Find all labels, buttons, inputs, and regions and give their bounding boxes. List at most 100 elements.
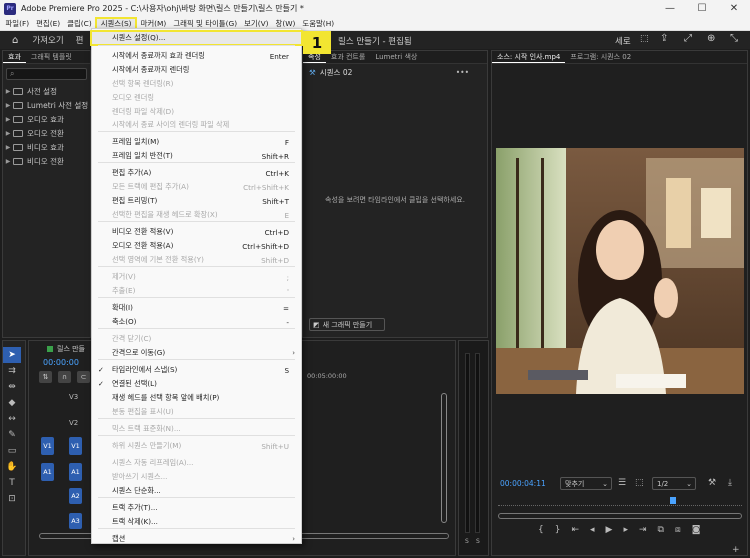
hand-tool-icon[interactable]: ✋ xyxy=(3,459,21,475)
camera-icon[interactable]: ◙ xyxy=(692,525,701,535)
linked-selection-icon[interactable]: ⊂ xyxy=(77,371,90,383)
sequence-menu-item[interactable]: 받아쓰기 시퀀스... xyxy=(92,471,301,483)
tab-graphic-templates[interactable]: 그래픽 템플릿 xyxy=(26,52,77,62)
edit-tab[interactable]: 편 xyxy=(76,34,84,46)
sequence-menu-item[interactable]: 오디오 렌더링 xyxy=(92,92,301,104)
zoom-scrollbar[interactable] xyxy=(498,513,742,519)
safe-margins-icon[interactable]: ⬚ xyxy=(635,478,644,488)
nest-toggle-icon[interactable]: ⇅ xyxy=(39,371,52,383)
tree-item-audio-effects[interactable]: ▶ 오디오 효과 xyxy=(3,112,90,126)
tab-effects[interactable]: 효과 xyxy=(3,52,26,63)
sequence-menu-item[interactable]: 트랙 삭제(K)... xyxy=(92,516,301,528)
effects-search-input[interactable]: ⌕ xyxy=(6,68,87,80)
fullscreen-icon[interactable]: ⤢ xyxy=(684,33,692,44)
share-icon[interactable]: ⇪ xyxy=(660,33,668,44)
step-back-icon[interactable]: ◂ xyxy=(590,525,595,535)
sequence-menu-item[interactable]: 트랙 추가(T)... xyxy=(92,502,301,514)
menu-help[interactable]: 도움말(H) xyxy=(299,17,338,31)
expand-icon[interactable]: ⤡ xyxy=(730,33,738,44)
playhead[interactable] xyxy=(670,497,676,504)
maximize-button[interactable]: ☐ xyxy=(686,0,718,17)
sequence-menu-item[interactable]: 선택한 편집을 재생 헤드로 확장(X) E xyxy=(92,209,301,221)
resolution-select[interactable]: 1/2 ⌄ xyxy=(652,477,696,490)
ripple-tool-icon[interactable]: ⇹ xyxy=(3,379,21,395)
new-graphic-button[interactable]: ◩ 새 그래픽 만들기 xyxy=(309,318,385,331)
insert-icon[interactable]: ⧉ xyxy=(658,525,664,535)
sequence-menu-item[interactable]: 믹스 트랙 표준화(N)... xyxy=(92,423,301,435)
tree-item-audio-transitions[interactable]: ▶ 오디오 전환 xyxy=(3,126,90,140)
tab-source[interactable]: 소스: 시작 인사.mp4 xyxy=(492,52,566,63)
menu-edit[interactable]: 편집(E) xyxy=(33,17,64,31)
track-v1-button[interactable]: V1 xyxy=(69,437,82,455)
more-icon[interactable]: ••• xyxy=(456,68,469,77)
sequence-menu-item[interactable]: 하위 시퀀스 만들기(M) Shift+U xyxy=(92,440,301,452)
zoom-icon[interactable]: ⊕ xyxy=(707,33,715,44)
minimize-button[interactable]: — xyxy=(654,0,686,17)
track-a3-button[interactable]: A3 xyxy=(69,513,82,529)
track-a2-button[interactable]: A2 xyxy=(69,488,82,504)
sequence-menu-item[interactable]: 모든 트랙에 편집 추가(A) Ctrl+Shift+K xyxy=(92,181,301,193)
wrench-icon[interactable]: ⚒ xyxy=(708,478,716,488)
import-tab[interactable]: 가져오기 xyxy=(32,34,63,46)
sequence-menu-item[interactable]: 시퀀스 자동 리프레임(A)... xyxy=(92,457,301,469)
menu-file[interactable]: 파일(F) xyxy=(2,17,33,31)
sequence-menu-item[interactable]: 시작에서 종료 사이의 렌더링 파일 삭제 xyxy=(92,119,301,131)
tab-lumetri-color[interactable]: Lumetri 색상 xyxy=(370,52,422,62)
go-to-in-icon[interactable]: ⇤ xyxy=(571,525,579,535)
sequence-menu-item[interactable]: 편집 트리밍(T) Shift+T xyxy=(92,195,301,207)
sequence-menu-item[interactable]: 간격 닫기(C) xyxy=(92,333,301,345)
settings-panel-icon[interactable]: ☰ xyxy=(618,478,626,488)
play-icon[interactable]: ▶ xyxy=(606,525,613,535)
sequence-menu-item[interactable]: 오디오 전환 적용(A) Ctrl+Shift+D xyxy=(92,240,301,252)
track-a1-button[interactable]: A1 xyxy=(69,463,82,481)
program-time-ruler[interactable] xyxy=(498,498,742,506)
go-to-out-icon[interactable]: ⇥ xyxy=(639,525,647,535)
sequence-menu-item[interactable]: 축소(O) - xyxy=(92,316,301,328)
tree-item-video-transitions[interactable]: ▶ 비디오 전환 xyxy=(3,154,90,168)
sequence-menu-item[interactable]: 시작에서 종료까지 효과 렌더링 Enter xyxy=(92,50,301,62)
selection-tool-icon[interactable]: ➤ xyxy=(3,347,21,363)
tree-item-lumetri[interactable]: ▶ Lumetri 사전 설정 xyxy=(3,98,90,112)
layout-icon[interactable]: ⬚ xyxy=(640,34,649,44)
source-v1-button[interactable]: V1 xyxy=(41,437,54,455)
mark-in-icon[interactable]: { xyxy=(538,525,544,535)
sequence-menu-item[interactable]: 캡션 › xyxy=(92,533,301,545)
sequence-menu-item[interactable]: 렌더링 파일 삭제(D) xyxy=(92,106,301,118)
caption-tool-icon[interactable]: ⊡ xyxy=(3,491,21,507)
overwrite-icon[interactable]: ⧈ xyxy=(675,525,681,535)
timeline-vertical-scrollbar[interactable] xyxy=(441,393,447,523)
add-button-icon[interactable]: + xyxy=(732,545,740,555)
sequence-menu-item[interactable]: 프레임 일치(M) F xyxy=(92,136,301,148)
mark-out-icon[interactable]: } xyxy=(555,525,561,535)
fit-select[interactable]: 맞추기 ⌄ xyxy=(560,477,612,490)
timeline-timecode[interactable]: 00:00:00 xyxy=(43,358,79,367)
sequence-menu-item[interactable]: 편집 추가(A) Ctrl+K xyxy=(92,167,301,179)
sequence-menu-item[interactable]: 확대(I) = xyxy=(92,302,301,314)
tree-item-video-effects[interactable]: ▶ 비디오 효과 xyxy=(3,140,90,154)
export-frame-icon[interactable]: ⤓ xyxy=(728,478,732,488)
sequence-menu-item[interactable]: 시작에서 종료까지 렌더링 xyxy=(92,64,301,76)
video-frame[interactable] xyxy=(496,148,744,394)
sequence-menu-item[interactable]: 비디오 전환 적용(V) Ctrl+D xyxy=(92,226,301,238)
sequence-menu-item[interactable]: 선택 항목 렌더링(R) xyxy=(92,78,301,90)
pen-tool-icon[interactable]: ✎ xyxy=(3,427,21,443)
tab-program[interactable]: 프로그램: 시퀀스 02 xyxy=(565,52,636,62)
home-icon[interactable]: ⌂ xyxy=(12,35,18,46)
tree-item-presets[interactable]: ▶ 사전 설정 xyxy=(3,84,90,98)
close-button[interactable]: ✕ xyxy=(718,0,750,17)
sequence-menu-item[interactable]: 간격으로 이동(G) › xyxy=(92,347,301,359)
step-forward-icon[interactable]: ▸ xyxy=(623,525,628,535)
rectangle-tool-icon[interactable]: ▭ xyxy=(3,443,21,459)
snap-icon[interactable]: ∩ xyxy=(58,371,71,383)
sequence-menu-item[interactable]: 분동 편집을 표시(U) xyxy=(92,406,301,418)
sequence-menu-item[interactable]: 연결된 선택(L) ✓ xyxy=(92,378,301,390)
program-timecode[interactable]: 00:00:04:11 xyxy=(500,479,546,488)
solo-right-label[interactable]: S xyxy=(476,538,480,545)
type-tool-icon[interactable]: T xyxy=(3,475,21,491)
menu-item-sequence-settings[interactable]: 시퀀스 설정(Q)... xyxy=(90,30,303,46)
tab-effect-controls[interactable]: 효과 컨트롤 xyxy=(326,52,370,62)
slip-tool-icon[interactable]: ↔ xyxy=(3,411,21,427)
sequence-menu-item[interactable]: 추출(E) ' xyxy=(92,285,301,297)
timeline-tab[interactable]: 릴스 만들 xyxy=(57,344,85,354)
sequence-menu-item[interactable]: 제거(V); xyxy=(92,271,301,283)
